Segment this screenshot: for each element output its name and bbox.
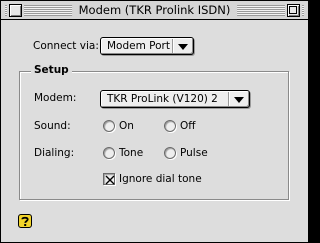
ignore-dial-tone-label[interactable]: Ignore dial tone bbox=[119, 173, 202, 186]
modem-label: Modem: bbox=[34, 92, 77, 104]
sound-on-label[interactable]: On bbox=[119, 120, 134, 133]
sound-on-radio[interactable] bbox=[103, 120, 115, 132]
modem-value: TKR ProLink (V120) 2 bbox=[107, 93, 218, 105]
sound-label: Sound: bbox=[34, 120, 71, 132]
modem-window: Modem (TKR Prolink ISDN) Connect via: Mo… bbox=[0, 0, 309, 243]
zoom-box-icon[interactable] bbox=[285, 2, 302, 19]
dialing-pulse-label[interactable]: Pulse bbox=[180, 147, 208, 160]
checkmark-icon bbox=[105, 175, 115, 185]
popup-divider bbox=[172, 39, 173, 53]
connect-via-popup[interactable]: Modem Port bbox=[100, 37, 194, 55]
modem-popup[interactable]: TKR ProLink (V120) 2 bbox=[100, 90, 250, 108]
dialing-label: Dialing: bbox=[34, 147, 75, 159]
close-box-icon[interactable] bbox=[7, 2, 24, 19]
connect-via-value: Modem Port bbox=[107, 40, 170, 52]
sound-off-label[interactable]: Off bbox=[180, 120, 196, 133]
dialing-tone-radio[interactable] bbox=[103, 147, 115, 159]
window-title: Modem (TKR Prolink ISDN) bbox=[71, 2, 238, 18]
setup-group-title: Setup bbox=[31, 64, 72, 77]
connect-via-label: Connect via: bbox=[33, 40, 99, 52]
ignore-dial-tone-checkbox[interactable] bbox=[103, 173, 115, 185]
popup-divider bbox=[228, 92, 229, 106]
zoom-box-inner bbox=[289, 6, 297, 14]
dialing-tone-label[interactable]: Tone bbox=[119, 147, 143, 160]
dialing-pulse-radio[interactable] bbox=[164, 147, 176, 159]
question-mark-help-icon[interactable] bbox=[17, 213, 33, 229]
chevron-down-icon bbox=[234, 97, 244, 103]
title-bar[interactable]: Modem (TKR Prolink ISDN) bbox=[1, 1, 308, 20]
sound-off-radio[interactable] bbox=[164, 120, 176, 132]
chevron-down-icon bbox=[178, 44, 188, 50]
